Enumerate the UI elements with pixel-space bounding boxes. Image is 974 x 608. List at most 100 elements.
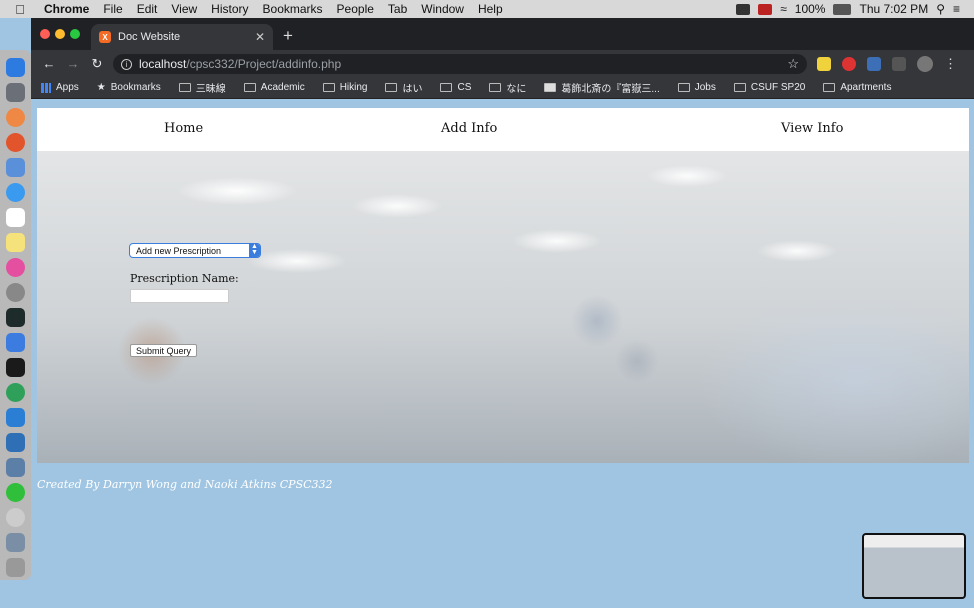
menu-file[interactable]: File <box>96 2 129 16</box>
finder-icon[interactable] <box>6 58 25 77</box>
disk-utility-icon[interactable] <box>6 508 25 527</box>
status-tray: ≈ 100% Thu 7:02 PM ⚲ ≡ <box>736 2 974 16</box>
page-icon <box>544 83 557 92</box>
music-icon[interactable] <box>6 258 25 277</box>
menu-bookmarks[interactable]: Bookmarks <box>256 2 330 16</box>
bookmark-folder-csuf[interactable]: CSUF SP20 <box>733 82 805 93</box>
macos-menu-bar:  Chrome File Edit View History Bookmark… <box>0 0 974 18</box>
prescription-name-input[interactable] <box>130 289 229 303</box>
nav-view-info-link[interactable]: View Info <box>781 121 843 136</box>
chrome-menu-icon[interactable]: ⋮ <box>944 56 957 72</box>
pycharm-icon[interactable] <box>6 358 25 377</box>
bookmark-label: CS <box>457 82 472 93</box>
bookmark-folder-hai[interactable]: はい <box>385 80 422 95</box>
virtualbox-icon[interactable] <box>6 433 25 452</box>
minimize-window-button[interactable] <box>55 29 65 39</box>
nav-add-info-link[interactable]: Add Info <box>441 121 497 136</box>
tab-doc-website[interactable]: X Doc Website ✕ <box>91 24 273 50</box>
bookmark-label: Apps <box>56 82 79 93</box>
folder-icon <box>322 83 335 92</box>
maximize-window-button[interactable] <box>70 29 80 39</box>
new-tab-button[interactable]: + <box>283 26 293 46</box>
line-tray-icon[interactable] <box>736 3 751 15</box>
tab-title: Doc Website <box>118 31 181 43</box>
bookmark-star-icon[interactable]: ☆ <box>787 56 799 72</box>
bookmark-folder-nani[interactable]: なに <box>489 80 526 95</box>
launchpad-icon[interactable] <box>6 83 25 102</box>
hero-background: Add new Prescription ▲ ▼ Prescription Nam… <box>37 151 969 463</box>
bookmark-label: Hiking <box>339 82 368 93</box>
browser-toolbar: ← → ↻ i localhost /cpsc332/Project/addin… <box>31 50 974 77</box>
trash-icon[interactable] <box>6 558 25 577</box>
media-control-icon[interactable] <box>892 57 906 71</box>
bookmark-label: なに <box>506 84 527 95</box>
macos-dock <box>0 50 31 580</box>
menu-people[interactable]: People <box>330 2 381 16</box>
screenshot-thumbnail-preview[interactable] <box>862 533 966 599</box>
bookmark-label: Apartments <box>840 82 892 93</box>
menu-history[interactable]: History <box>204 2 255 16</box>
js-extension-icon[interactable] <box>817 57 831 71</box>
reload-button[interactable]: ↻ <box>85 56 109 72</box>
spotlight-search-icon[interactable]: ⚲ <box>936 2 945 16</box>
submit-query-button[interactable]: Submit Query <box>130 344 198 357</box>
back-button[interactable]: ← <box>37 56 61 71</box>
close-tab-icon[interactable]: ✕ <box>255 30 265 44</box>
menu-tab[interactable]: Tab <box>381 2 414 16</box>
firefox-icon[interactable] <box>6 133 25 152</box>
bookmark-folder-hiking[interactable]: Hiking <box>322 82 368 93</box>
bookmark-folder-academic[interactable]: Academic <box>243 82 305 93</box>
notification-center-icon[interactable]: ≡ <box>953 2 960 16</box>
menu-help[interactable]: Help <box>471 2 510 16</box>
system-preferences-icon[interactable] <box>6 283 25 302</box>
forward-button[interactable]: → <box>61 56 85 71</box>
bookmark-bookmarks[interactable]: ★ Bookmarks <box>97 82 161 93</box>
activity-monitor-icon[interactable] <box>6 308 25 327</box>
menu-app-chrome[interactable]: Chrome <box>30 2 96 16</box>
add-type-select[interactable]: Add new Prescription ▲ ▼ <box>129 243 261 258</box>
bookmark-folder-apartments[interactable]: Apartments <box>823 82 891 93</box>
bookmark-folder-cs[interactable]: CS <box>440 82 471 93</box>
profile-avatar[interactable] <box>917 56 933 72</box>
preview-icon[interactable] <box>6 458 25 477</box>
mail-icon[interactable] <box>6 158 25 177</box>
battery-percent[interactable]: 100% <box>795 2 826 16</box>
nav-home-link[interactable]: Home <box>164 121 203 136</box>
menu-window[interactable]: Window <box>414 2 471 16</box>
downloads-stack-icon[interactable] <box>6 533 25 552</box>
menu-view[interactable]: View <box>164 2 204 16</box>
folder-icon <box>733 83 746 92</box>
close-window-button[interactable] <box>40 29 50 39</box>
notes-icon[interactable] <box>6 233 25 252</box>
calendar-icon[interactable] <box>6 208 25 227</box>
xampp-icon: X <box>99 31 111 43</box>
line-app-icon[interactable] <box>6 483 25 502</box>
web-page: Home Add Info View Info Add new Prescrip… <box>37 108 969 491</box>
bookmark-apps[interactable]: Apps <box>41 82 79 93</box>
folder-icon <box>489 83 502 92</box>
bookmark-label: Bookmarks <box>110 82 161 93</box>
star-icon: ★ <box>96 82 106 93</box>
footer-credits: Created By Darryn Wong and Naoki Atkins … <box>37 478 333 491</box>
app-store-icon[interactable] <box>6 383 25 402</box>
battery-icon[interactable] <box>833 3 852 15</box>
bookmark-folder-shamisen[interactable]: 三昧線 <box>178 80 226 95</box>
bookmark-hokusai[interactable]: 葛飾北斎の『富嶽三... <box>544 80 660 95</box>
xcode-icon[interactable] <box>6 333 25 352</box>
kanji-extension-icon[interactable] <box>867 57 881 71</box>
us-flag-icon[interactable] <box>758 3 773 15</box>
chrome-icon[interactable] <box>6 108 25 127</box>
wifi-icon[interactable]: ≈ <box>780 2 787 16</box>
bookmark-label: はい <box>402 84 423 95</box>
red-extension-icon[interactable] <box>842 57 856 71</box>
apple-logo-icon[interactable]:  <box>10 2 30 17</box>
bookmarks-bar: Apps ★ Bookmarks 三昧線 Academic Hiking はい C… <box>31 77 974 99</box>
vscode-icon[interactable] <box>6 408 25 427</box>
messages-icon[interactable] <box>6 183 25 202</box>
site-info-icon[interactable]: i <box>121 58 132 70</box>
folder-icon <box>178 83 191 92</box>
address-bar[interactable]: i localhost /cpsc332/Project/addinfo.php… <box>113 54 807 74</box>
menu-edit[interactable]: Edit <box>130 2 165 16</box>
clock[interactable]: Thu 7:02 PM <box>859 2 928 16</box>
bookmark-folder-jobs[interactable]: Jobs <box>677 82 716 93</box>
